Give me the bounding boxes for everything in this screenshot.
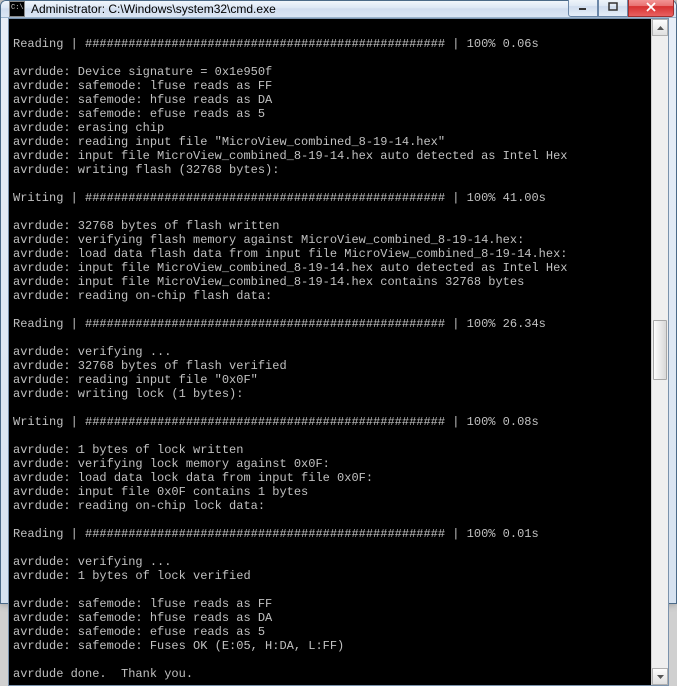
scrollbar-track[interactable] [652, 36, 668, 668]
window-controls [568, 0, 674, 17]
scroll-down-button[interactable] [652, 668, 668, 685]
chevron-up-icon [657, 26, 664, 30]
maximize-icon [608, 2, 618, 12]
chevron-down-icon [657, 675, 664, 679]
client-area: Reading | ##############################… [8, 18, 669, 686]
minimize-button[interactable] [568, 0, 598, 17]
cmd-window: Administrator: C:\Windows\system32\cmd.e… [0, 0, 677, 604]
vertical-scrollbar[interactable] [651, 19, 668, 685]
close-button[interactable] [628, 0, 674, 17]
scroll-up-button[interactable] [652, 19, 668, 36]
console-output[interactable]: Reading | ##############################… [9, 19, 651, 685]
maximize-button[interactable] [598, 0, 628, 17]
window-title: Administrator: C:\Windows\system32\cmd.e… [31, 2, 568, 16]
cmd-icon [9, 1, 25, 17]
scrollbar-thumb[interactable] [653, 320, 667, 380]
minimize-icon [578, 2, 588, 12]
close-icon [645, 2, 657, 12]
titlebar[interactable]: Administrator: C:\Windows\system32\cmd.e… [1, 1, 676, 18]
